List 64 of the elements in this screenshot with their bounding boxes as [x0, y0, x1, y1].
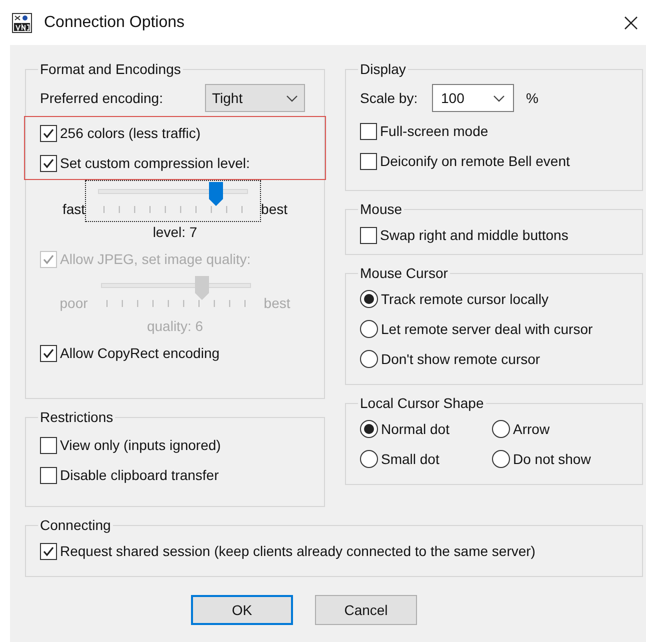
radio-label: Normal dot [381, 420, 450, 438]
checkbox[interactable] [40, 542, 57, 560]
checkbox[interactable] [40, 436, 57, 454]
group-title: Mouse [359, 200, 404, 219]
slider-min-label: fast [62, 200, 86, 219]
app-logo-icon [12, 12, 32, 32]
slider-reading: level: 7 [152, 223, 198, 242]
slider-max-label: best [261, 200, 288, 219]
checkbox-label: Swap right and middle buttons [380, 226, 568, 245]
group-title: Display [359, 60, 407, 79]
radio-button[interactable] [360, 420, 378, 438]
dialog-button[interactable]: Cancel [315, 595, 417, 625]
radio-button[interactable] [360, 320, 378, 338]
checkbox[interactable] [360, 226, 377, 244]
close-icon[interactable] [624, 16, 638, 30]
radio-button[interactable] [492, 450, 510, 468]
radio-button[interactable] [360, 290, 378, 308]
checkbox-label: Full-screen mode [380, 122, 488, 140]
group-title: Connecting [39, 516, 112, 535]
check-icon [42, 252, 55, 266]
checkbox-label: Allow CopyRect encoding [60, 344, 220, 363]
encoding-label: Preferred encoding: [40, 88, 164, 108]
checkbox[interactable] [40, 466, 57, 484]
group-title: Restrictions [39, 408, 114, 427]
checkbox[interactable] [40, 154, 57, 172]
group-title: Format and Encodings [39, 60, 182, 79]
radio-label: Track remote cursor locally [381, 290, 549, 309]
checkbox-label: Deiconify on remote Bell event [380, 152, 570, 171]
radio-label: Let remote server deal with cursor [381, 320, 593, 338]
group-title: Local Cursor Shape [359, 394, 485, 413]
checkbox[interactable] [360, 152, 377, 170]
check-icon [42, 126, 55, 140]
slider[interactable] [85, 180, 262, 222]
radio-button[interactable] [360, 350, 378, 368]
percent-unit: % [526, 88, 538, 108]
chevron-down-icon [493, 94, 505, 102]
checkbox-label: Allow JPEG, set image quality: [60, 250, 251, 269]
check-icon [42, 156, 55, 170]
encoding-dropdown[interactable]: Tight [205, 84, 305, 112]
checkbox[interactable] [40, 124, 57, 142]
checkbox-label: View only (inputs ignored) [60, 436, 221, 455]
check-icon [42, 346, 55, 360]
checkbox-label: Set custom compression level: [60, 154, 250, 173]
dialog-button[interactable]: OK [191, 595, 293, 625]
group-title: Mouse Cursor [359, 264, 449, 283]
checkbox-label: 256 colors (less traffic) [60, 124, 201, 143]
radio-label: Arrow [513, 420, 550, 438]
slider-max-label: best [264, 294, 290, 313]
slider-reading: quality: 6 [146, 317, 204, 336]
radio-button[interactable] [492, 420, 510, 438]
checkbox-label: Request shared session (keep clients already connected to the same server) [60, 542, 536, 561]
radio-label: Don't show remote cursor [381, 350, 540, 368]
checkbox[interactable] [360, 122, 377, 140]
checkbox[interactable] [40, 344, 57, 362]
checkbox-label: Disable clipboard transfer [60, 466, 219, 485]
chevron-down-icon [286, 94, 298, 102]
radio-label: Small dot [381, 450, 440, 468]
scale-label: Scale by: [360, 88, 419, 108]
scale-dropdown[interactable]: 100 [432, 84, 514, 112]
check-icon [42, 544, 55, 558]
radio-button[interactable] [360, 450, 378, 468]
window-title: Connection Options [44, 12, 185, 32]
slider-min-label: poor [60, 294, 88, 313]
radio-label: Do not show [513, 450, 591, 468]
